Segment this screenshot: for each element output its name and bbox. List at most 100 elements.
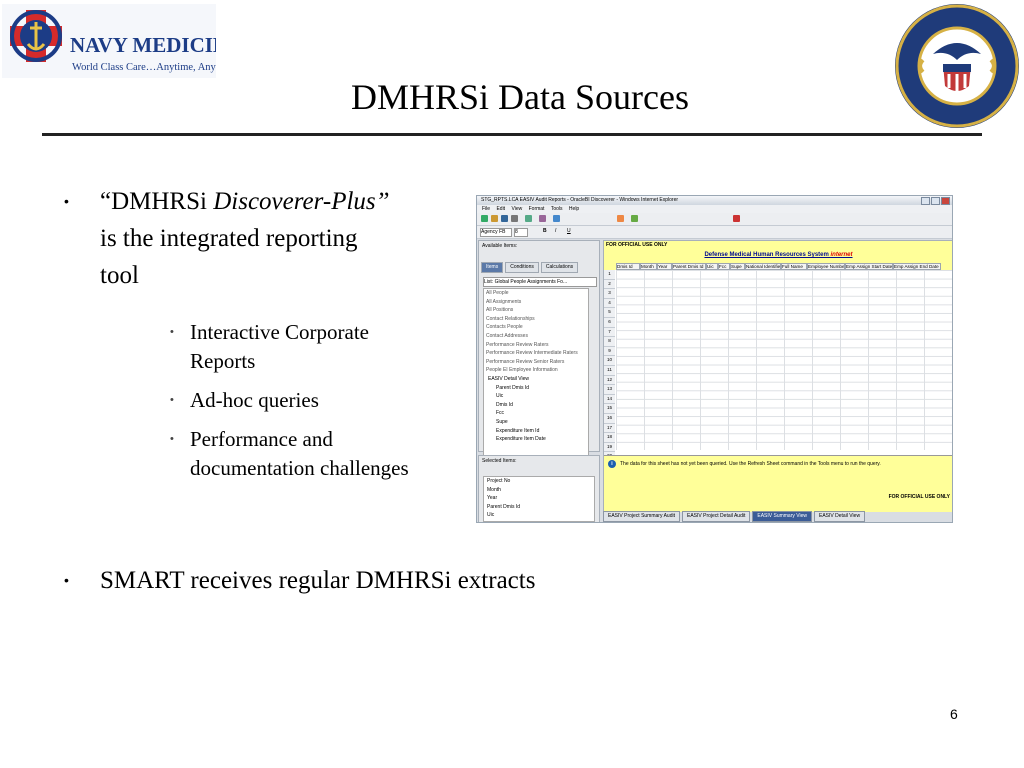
column-header[interactable]: Parent Dmis Id xyxy=(672,263,706,270)
tree-item[interactable]: Performance Review Raters xyxy=(484,341,588,350)
print-icon[interactable] xyxy=(511,215,518,222)
tree-item[interactable]: Contacts People xyxy=(484,323,588,332)
row-number: 1 xyxy=(604,270,615,280)
column-header[interactable]: Supe xyxy=(730,263,745,270)
menu-view[interactable]: View xyxy=(511,206,522,212)
item-tabs: Items Conditions Calculations xyxy=(481,262,580,273)
row-number: 5 xyxy=(604,308,615,318)
bullet-discoverer: • “DMHRSi Discoverer-Plus” is the integr… xyxy=(64,183,400,294)
column-header[interactable]: Month xyxy=(640,263,657,270)
italic-button[interactable]: I xyxy=(555,228,556,234)
selected-items-list: Project No Month Year Parent Dmis Id Uic xyxy=(483,476,595,522)
sheet-tab[interactable]: EASIV Summary View xyxy=(752,511,813,522)
fouo-top: FOR OFFICIAL USE ONLY xyxy=(606,242,668,248)
refresh-icon[interactable] xyxy=(525,215,532,222)
selected-item[interactable]: Parent Dmis Id xyxy=(484,503,594,512)
sub-bullet-list: • Interactive Corporate Reports • Ad-hoc q… xyxy=(170,318,410,493)
tree-item[interactable]: Uic xyxy=(484,392,588,401)
worksheet-grid[interactable] xyxy=(616,270,952,450)
row-number: 17 xyxy=(604,423,615,434)
bullet-dot: • xyxy=(64,572,69,588)
column-header[interactable]: Employee Number xyxy=(807,263,845,270)
menu-format[interactable]: Format xyxy=(529,206,545,212)
sheet-tab[interactable]: EASIV Detail View xyxy=(814,511,866,522)
new-icon[interactable] xyxy=(481,215,488,222)
selected-item[interactable]: Year xyxy=(484,494,594,503)
font-select[interactable]: Agency FB xyxy=(480,228,512,237)
tree-item[interactable]: People EI Employee Information xyxy=(484,366,588,375)
column-header[interactable]: Emp Assign End Date xyxy=(893,263,941,270)
column-header[interactable]: Year xyxy=(657,263,672,270)
discoverer-screenshot: STG_RPTS.LCA EASIV Audit Reports - Oracl… xyxy=(476,195,953,523)
row-numbers: 1234567891011121314151617181920 xyxy=(604,270,615,462)
selected-item[interactable]: Project No xyxy=(484,477,594,486)
underline-button[interactable]: U xyxy=(567,228,571,234)
window-titlebar: STG_RPTS.LCA EASIV Audit Reports - Oracl… xyxy=(477,196,952,205)
tree-item[interactable]: Performance Review Senior Raters xyxy=(484,358,588,367)
column-header[interactable]: Dmis Id xyxy=(616,263,640,270)
report-title-text: Defense Medical Human Resources System xyxy=(704,252,831,258)
selected-item[interactable]: Month xyxy=(484,486,594,495)
tree-item[interactable]: Supe xyxy=(484,418,588,427)
column-header[interactable]: Fcc xyxy=(718,263,730,270)
font-size-select[interactable]: 8 xyxy=(514,228,528,237)
help-icon[interactable] xyxy=(733,215,740,222)
tree-item[interactable]: Performance Review Intermediate Raters xyxy=(484,349,588,358)
toolbar-format: Agency FB 8 B I U xyxy=(477,226,952,239)
close-icon[interactable] xyxy=(941,197,950,205)
tree-item[interactable]: All People xyxy=(484,289,588,298)
open-icon[interactable] xyxy=(491,215,498,222)
column-header[interactable]: Uic xyxy=(706,263,718,270)
menu-tools[interactable]: Tools xyxy=(551,206,563,212)
tree-item[interactable]: All Positions xyxy=(484,306,588,315)
tree-item[interactable]: Expenditure Item Id xyxy=(484,427,588,436)
sort-icon[interactable] xyxy=(617,215,624,222)
column-header[interactable]: Full Name xyxy=(781,263,807,270)
maximize-icon[interactable] xyxy=(931,197,940,205)
list-label: List: xyxy=(484,279,494,285)
row-number: 16 xyxy=(604,413,615,424)
tree-item[interactable]: All Assignments xyxy=(484,298,588,307)
tab-items[interactable]: Items xyxy=(481,262,504,273)
bold-button[interactable]: B xyxy=(543,228,547,234)
info-area: i The data for this sheet has not yet be… xyxy=(604,455,952,512)
sub-bullet-text: Performance and documentation challenges xyxy=(190,427,409,480)
fouo-bottom: FOR OFFICIAL USE ONLY xyxy=(888,494,950,500)
logo-tagline: World Class Care…Anytime, Anywhere xyxy=(72,62,216,73)
row-number: 13 xyxy=(604,385,615,395)
tree-item[interactable]: Contact Relationships xyxy=(484,315,588,324)
row-number: 3 xyxy=(604,289,615,299)
menu-file[interactable]: File xyxy=(482,206,490,212)
tab-conditions[interactable]: Conditions xyxy=(505,262,539,273)
selected-item[interactable]: Uic xyxy=(484,511,594,520)
sheet-tab[interactable]: EASIV Project Summary Audit xyxy=(603,511,680,522)
column-header[interactable]: Emp Assign Start Date xyxy=(845,263,893,270)
bullet-text-rest: is the integrated reporting tool xyxy=(100,225,358,289)
tree-item[interactable]: Parent Dmis Id xyxy=(484,384,588,393)
chart-icon[interactable] xyxy=(539,215,546,222)
tab-calculations[interactable]: Calculations xyxy=(540,262,579,273)
sheet-tab[interactable]: EASIV Project Detail Audit xyxy=(681,511,751,522)
menu-edit[interactable]: Edit xyxy=(496,206,505,212)
tree-item[interactable]: EASIV Detail View xyxy=(484,375,588,384)
bullet-text-italic: Discoverer-Plus” xyxy=(213,188,390,215)
sheet-tabs: EASIV Project Summary Audit EASIV Project… xyxy=(603,511,952,522)
filter-icon[interactable] xyxy=(631,215,638,222)
save-icon[interactable] xyxy=(501,215,508,222)
tree-item[interactable]: Contact Addresses xyxy=(484,332,588,341)
menu-help[interactable]: Help xyxy=(569,206,579,212)
row-number: 7 xyxy=(604,327,615,338)
table-icon[interactable] xyxy=(553,215,560,222)
row-number: 8 xyxy=(604,337,615,347)
row-number: 6 xyxy=(604,317,615,328)
toolbar-main xyxy=(477,213,952,226)
column-header[interactable]: National Identifier xyxy=(745,263,781,270)
list-select[interactable]: List: Global People Assignments Fo... xyxy=(483,277,597,287)
list-value: Global People Assignments Fo... xyxy=(494,279,568,285)
row-number: 9 xyxy=(604,346,615,357)
bullet-text: SMART receives regular DMHRSi extracts xyxy=(100,567,536,594)
tree-item[interactable]: Dmis Id xyxy=(484,401,588,410)
tree-item[interactable]: Expenditure Item Date xyxy=(484,435,588,444)
minimize-icon[interactable] xyxy=(921,197,930,205)
tree-item[interactable]: Fcc xyxy=(484,409,588,418)
